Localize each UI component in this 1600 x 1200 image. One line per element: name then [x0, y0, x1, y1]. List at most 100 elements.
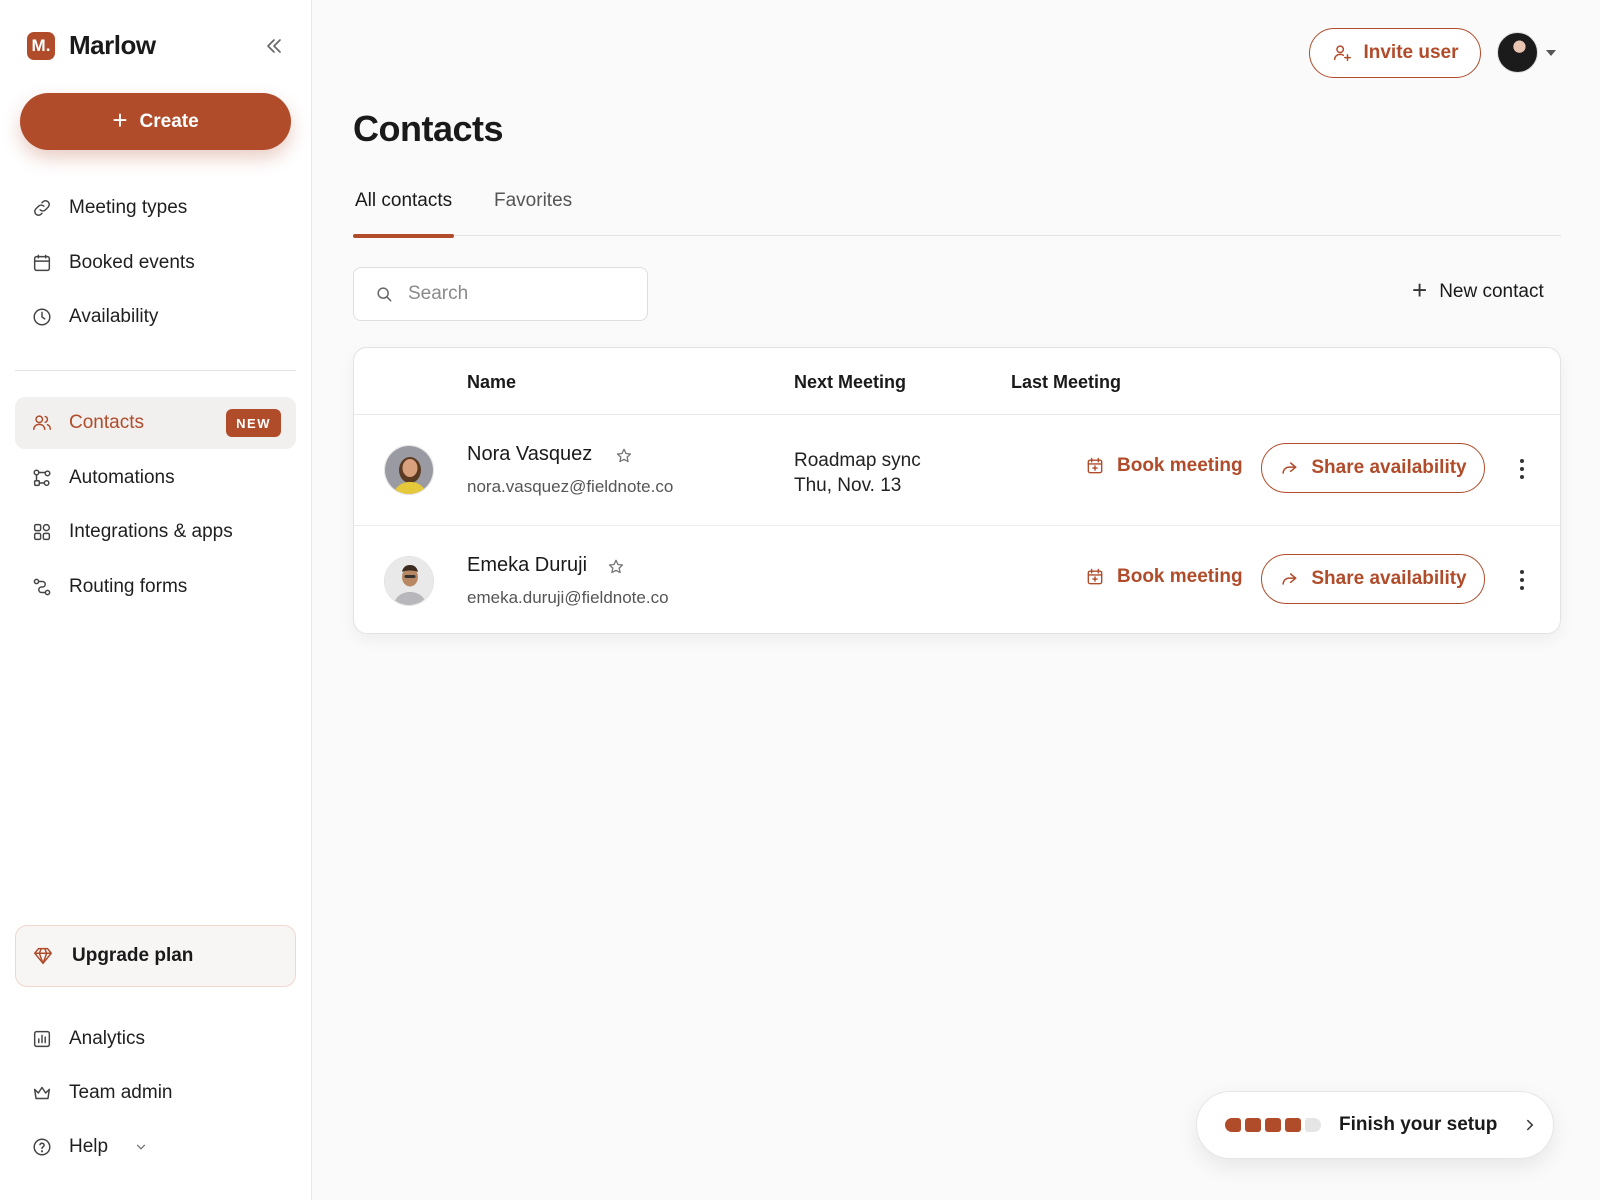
new-contact-button[interactable]: + New contact [1412, 275, 1544, 305]
contact-email: nora.vasquez@fieldnote.co [467, 477, 674, 496]
link-icon [31, 197, 53, 219]
share-arrow-icon [1279, 458, 1299, 478]
sidebar-item-label: Integrations & apps [69, 521, 233, 542]
sidebar-item-contacts[interactable]: Contacts NEW [15, 397, 296, 449]
share-availability-label: Share availability [1311, 457, 1467, 478]
user-plus-icon [1331, 42, 1353, 64]
create-button-label: Create [139, 110, 199, 132]
users-icon [31, 412, 53, 434]
avatar [384, 556, 434, 606]
book-meeting-button[interactable]: Book meeting [1085, 566, 1243, 588]
sidebar-item-integrations-apps[interactable]: Integrations & apps [15, 506, 296, 558]
upgrade-plan-label: Upgrade plan [72, 945, 194, 966]
sidebar-item-label: Contacts [69, 412, 144, 433]
sidebar-item-team-admin[interactable]: Team admin [15, 1067, 296, 1119]
sidebar-item-booked-events[interactable]: Booked events [15, 237, 296, 289]
setup-progress-segment [1245, 1118, 1261, 1132]
setup-progress-segment [1285, 1118, 1301, 1132]
sidebar-item-label: Automations [69, 467, 175, 488]
next-meeting-title: Roadmap sync [794, 450, 921, 471]
plus-icon: + [112, 105, 128, 135]
tab-all-contacts[interactable]: All contacts [352, 190, 455, 238]
sidebar-item-label: Routing forms [69, 576, 188, 597]
avatar [1497, 32, 1538, 73]
next-meeting: Roadmap sync Thu, Nov. 13 [794, 448, 921, 498]
calendar-icon [31, 252, 53, 274]
sidebar-item-label: Meeting types [69, 197, 188, 218]
more-options-icon[interactable] [1512, 457, 1532, 481]
more-options-icon[interactable] [1512, 568, 1532, 592]
column-header-last-meeting: Last Meeting [1011, 372, 1122, 392]
table-row[interactable]: Emeka Duruji emeka.duruji@fieldnote.co B… [354, 525, 1560, 633]
sidebar-item-meeting-types[interactable]: Meeting types [15, 182, 296, 234]
marlow-logo-icon: M. [27, 31, 55, 60]
clock-icon [31, 306, 53, 328]
routing-icon [31, 576, 53, 598]
share-arrow-icon [1279, 569, 1299, 589]
apps-grid-icon [31, 521, 53, 543]
sidebar-item-routing-forms[interactable]: Routing forms [15, 561, 296, 613]
star-icon[interactable] [606, 557, 626, 577]
account-menu[interactable] [1497, 32, 1556, 73]
sidebar-item-label: Analytics [69, 1028, 146, 1049]
share-availability-button[interactable]: Share availability [1261, 554, 1485, 604]
search-icon [374, 284, 394, 304]
tabs: All contacts Favorites [352, 190, 1561, 238]
star-icon[interactable] [614, 446, 634, 466]
chevron-down-icon [134, 1140, 148, 1154]
finish-setup-label: Finish your setup [1339, 1114, 1498, 1135]
sidebar-item-analytics[interactable]: Analytics [15, 1013, 296, 1065]
workflow-icon [31, 467, 53, 489]
setup-progress-segment [1305, 1118, 1321, 1132]
chart-icon [31, 1028, 53, 1050]
sidebar: M. Marlow + Create Meeting types Booked … [0, 0, 312, 1200]
crown-icon [31, 1082, 53, 1104]
new-contact-label: New contact [1439, 280, 1544, 302]
share-availability-button[interactable]: Share availability [1261, 443, 1485, 493]
tab-favorites[interactable]: Favorites [494, 190, 572, 236]
share-availability-label: Share availability [1311, 568, 1467, 589]
search-input[interactable] [408, 283, 628, 305]
help-circle-icon [31, 1136, 53, 1158]
new-badge: NEW [226, 409, 281, 437]
sidebar-item-label: Team admin [69, 1082, 173, 1103]
book-meeting-label: Book meeting [1117, 455, 1243, 476]
upgrade-plan-button[interactable]: Upgrade plan [15, 925, 296, 987]
search-box[interactable] [353, 267, 648, 321]
setup-progress-segment [1265, 1118, 1281, 1132]
contact-name[interactable]: Nora Vasquez [467, 443, 592, 466]
invite-user-button[interactable]: Invite user [1309, 28, 1481, 78]
avatar [384, 445, 434, 495]
collapse-sidebar-icon[interactable] [262, 34, 286, 58]
sidebar-item-automations[interactable]: Automations [15, 452, 296, 504]
sidebar-item-availability[interactable]: Availability [15, 291, 296, 343]
sidebar-item-help[interactable]: Help [15, 1121, 296, 1173]
sidebar-item-label: Help [69, 1136, 109, 1157]
setup-progress-segment [1225, 1118, 1241, 1132]
column-header-name: Name [467, 372, 517, 392]
sidebar-item-label: Availability [69, 306, 159, 327]
caret-down-icon [1546, 49, 1556, 56]
finish-setup-button[interactable]: Finish your setup [1196, 1091, 1554, 1159]
next-meeting-date: Thu, Nov. 13 [794, 475, 902, 496]
book-meeting-button[interactable]: Book meeting [1085, 455, 1243, 477]
book-meeting-label: Book meeting [1117, 566, 1243, 587]
contact-name[interactable]: Emeka Duruji [467, 554, 587, 577]
calendar-plus-icon [1085, 456, 1105, 476]
calendar-plus-icon [1085, 567, 1105, 587]
table-row[interactable]: Nora Vasquez nora.vasquez@fieldnote.co R… [354, 415, 1560, 525]
table-header: Name Next Meeting Last Meeting [354, 348, 1560, 415]
setup-progress-bar [1225, 1118, 1321, 1132]
contacts-table: Name Next Meeting Last Meeting Nora Vasq… [353, 347, 1561, 634]
plus-icon: + [1412, 275, 1428, 305]
diamond-icon [32, 945, 54, 967]
contact-email: emeka.duruji@fieldnote.co [467, 588, 669, 607]
page-title: Contacts [353, 108, 504, 149]
chevron-right-icon [1515, 1116, 1539, 1134]
create-button[interactable]: + Create [20, 93, 291, 150]
brand[interactable]: M. Marlow [27, 30, 156, 61]
brand-name: Marlow [69, 30, 156, 60]
invite-user-label: Invite user [1363, 42, 1459, 63]
column-header-next-meeting: Next Meeting [794, 372, 907, 392]
sidebar-divider [15, 370, 296, 371]
